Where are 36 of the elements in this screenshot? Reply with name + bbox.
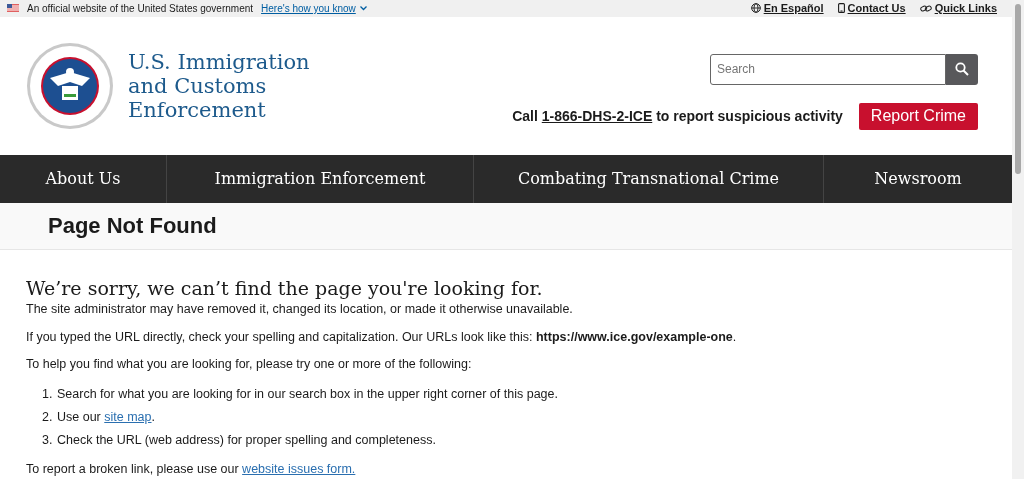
- list-item-text: Search for what you are looking for in our search box in the upper right corner of this page.: [57, 386, 558, 403]
- nav-link[interactable]: Combating Transnational Crime: [517, 166, 780, 191]
- search-button[interactable]: [946, 53, 978, 85]
- agency-title[interactable]: U.S. Immigration and Customs Enforcement: [128, 49, 310, 122]
- report-text: To report a broken link, please use our website issues form.: [26, 461, 357, 479]
- text-link[interactable]: website issues form.: [242, 462, 356, 477]
- utility-link[interactable]: Contact Us: [847, 0, 906, 17]
- phone-link[interactable]: 1-866-DHS-2-ICE: [541, 107, 653, 124]
- chevron-icon: [359, 6, 367, 11]
- search-icon: [955, 62, 969, 77]
- list-item-text: Check the URL (web address) for proper spelling and completeness.: [57, 431, 436, 449]
- page-title: Page Not Found: [48, 212, 217, 241]
- utility-link[interactable]: En Español: [763, 0, 824, 17]
- search-field[interactable]: Search: [710, 53, 946, 85]
- nav-link[interactable]: About Us: [45, 166, 121, 191]
- nav-link[interactable]: Newsroom: [874, 166, 962, 191]
- scrollbar[interactable]: [1012, 0, 1024, 479]
- flag-icon: [7, 4, 19, 13]
- nav-link[interactable]: Immigration Enforcement: [214, 166, 426, 191]
- list-number: 3.: [42, 431, 52, 449]
- link-icon: [919, 4, 932, 13]
- report-crime-button[interactable]: Report Crime: [858, 102, 978, 130]
- paragraph: The site administrator may have removed it, changed its location, or made it otherwise unavailable.: [26, 300, 574, 318]
- list-number: 2.: [42, 408, 52, 426]
- hotline-text: Call 1-866-DHS-2-ICE to report suspicious activity: [512, 106, 843, 126]
- list-item-text: Use our site map.: [57, 408, 155, 426]
- paragraph: If you typed the URL directly, check your spelling and capitalization. Our URLs look like this: https://www.ice.gov/example-one.: [26, 328, 738, 346]
- error-heading: We’re sorry, we can’t find the page you're looking for.: [26, 275, 544, 300]
- text-link[interactable]: site map: [104, 409, 152, 424]
- paragraph: To help you find what you are looking for, please try one or more of the following:: [26, 356, 473, 374]
- banner-text: An official website of the United States government: [27, 2, 254, 16]
- utility-link[interactable]: Quick Links: [934, 0, 997, 17]
- banner-link[interactable]: Here's how you know: [261, 1, 367, 16]
- list-number: 1.: [42, 386, 52, 403]
- globe-icon: [750, 3, 761, 14]
- phone-icon: [837, 3, 845, 14]
